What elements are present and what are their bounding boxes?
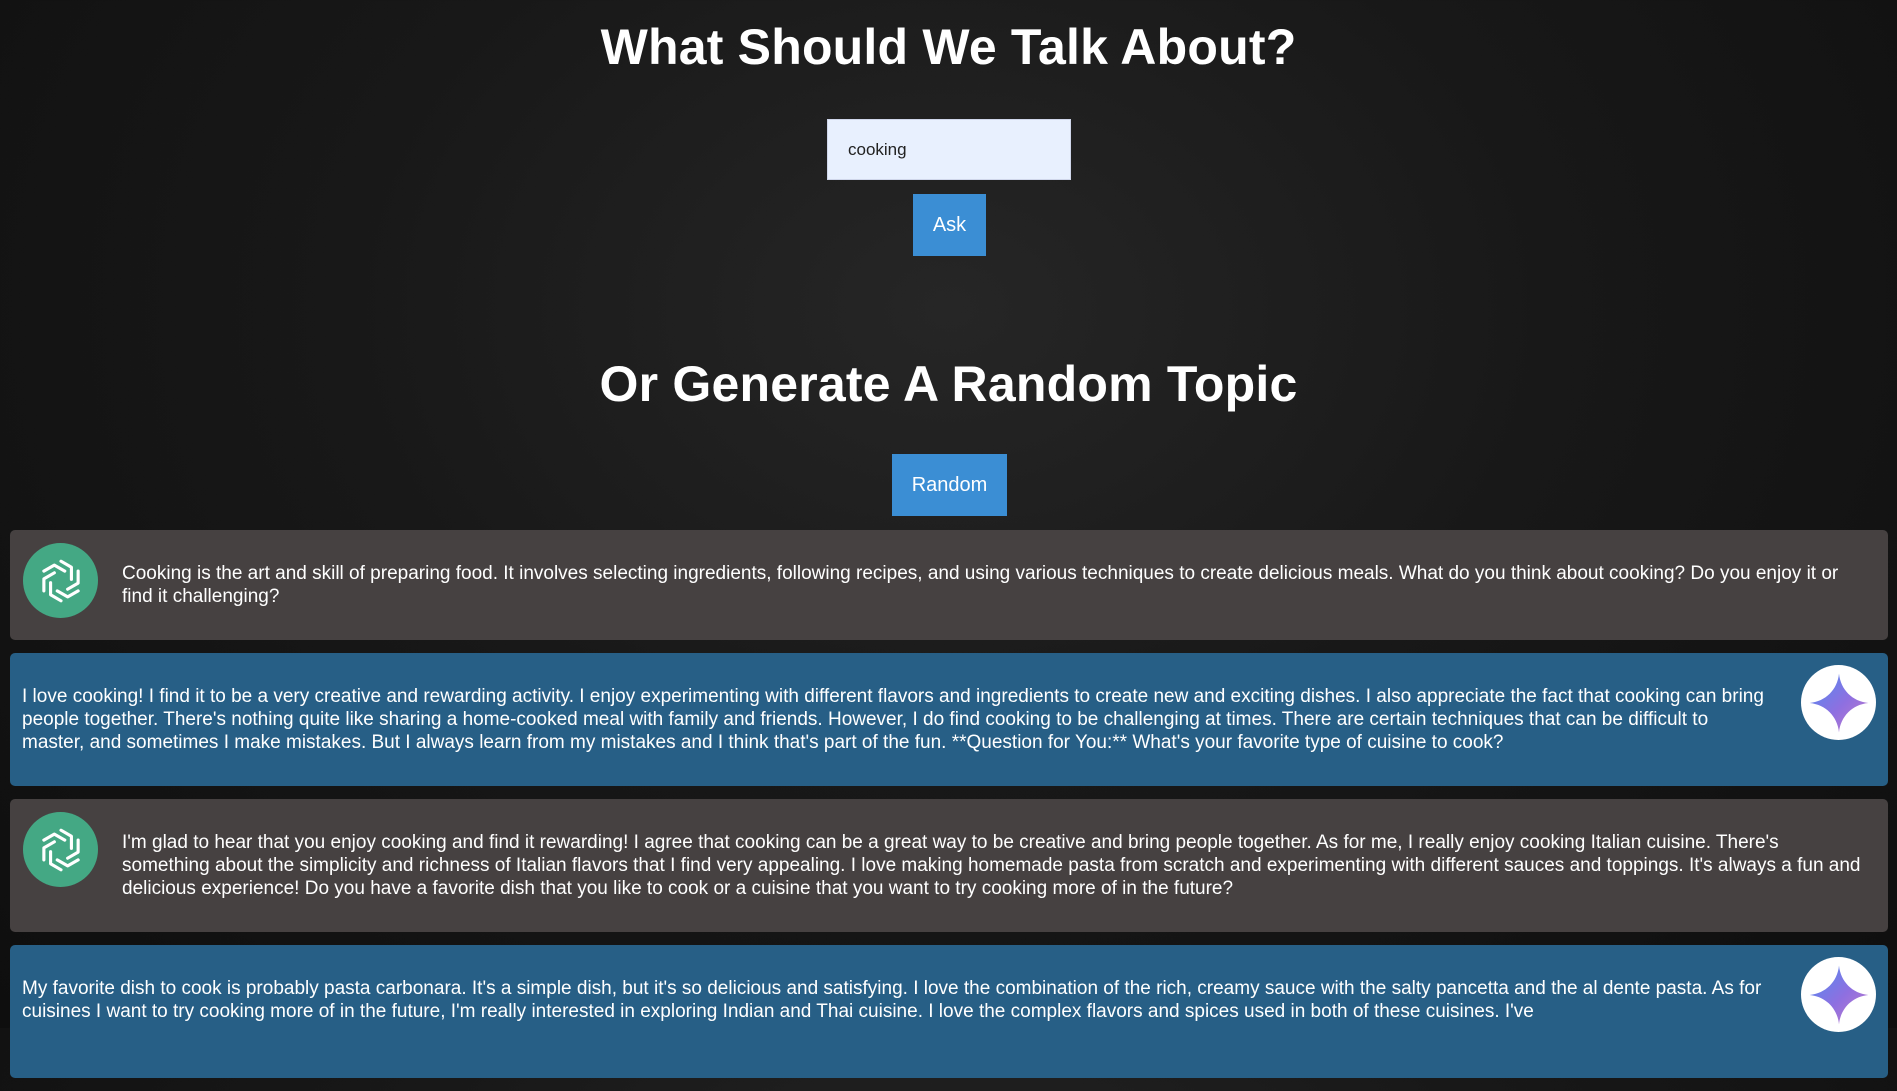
gemini-sparkle-icon	[1801, 957, 1876, 1032]
message-text: Cooking is the art and skill of preparin…	[122, 563, 1839, 607]
gemini-message: My favorite dish to cook is probably pas…	[10, 945, 1888, 1078]
ask-title: What Should We Talk About?	[600, 19, 1297, 75]
page: What Should We Talk About? Ask Or Genera…	[0, 0, 1897, 1078]
openai-logo-icon	[23, 543, 98, 618]
gemini-sparkle-icon	[1801, 665, 1876, 740]
topic-input[interactable]	[827, 119, 1071, 180]
message-text: My favorite dish to cook is probably pas…	[22, 978, 1762, 1022]
gemini-message: I love cooking! I find it to be a very c…	[10, 653, 1888, 786]
openai-logo-icon	[23, 812, 98, 887]
gpt-message: Cooking is the art and skill of preparin…	[10, 530, 1888, 640]
ask-button[interactable]: Ask	[913, 194, 986, 256]
message-text: I love cooking! I find it to be a very c…	[22, 686, 1764, 753]
random-title: Or Generate A Random Topic	[599, 356, 1298, 412]
random-button[interactable]: Random	[892, 454, 1007, 516]
message-text: I'm glad to hear that you enjoy cooking …	[122, 832, 1861, 899]
gpt-message: I'm glad to hear that you enjoy cooking …	[10, 799, 1888, 932]
conversation[interactable]: Cooking is the art and skill of preparin…	[10, 530, 1888, 1091]
